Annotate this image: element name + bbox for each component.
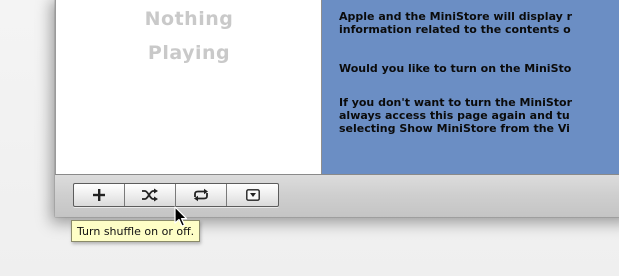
now-playing-line-1: Nothing bbox=[144, 8, 234, 30]
ministore-paragraph-1: Apple and the MiniStore will display r i… bbox=[339, 10, 573, 36]
ministore-paragraph-3: If you don't want to turn the MiniStor a… bbox=[339, 96, 572, 135]
toolbar-button-group bbox=[73, 183, 279, 207]
show-hide-artwork-button[interactable] bbox=[227, 184, 278, 206]
ministore-paragraph-2: Would you like to turn on the MiniSto bbox=[339, 62, 572, 75]
plus-icon bbox=[93, 189, 105, 201]
mouse-pointer-icon bbox=[174, 206, 188, 227]
repeat-button[interactable] bbox=[176, 184, 227, 206]
now-playing-line-2: Playing bbox=[147, 42, 231, 64]
now-playing-panel: Nothing Playing bbox=[55, 0, 322, 174]
bottom-toolbar bbox=[55, 174, 619, 217]
ministore-panel: Apple and the MiniStore will display r i… bbox=[322, 0, 619, 174]
show-hide-icon bbox=[245, 189, 260, 201]
shuffle-button[interactable] bbox=[125, 184, 176, 206]
shuffle-icon bbox=[142, 188, 158, 202]
itunes-window: Nothing Playing Apple and the MiniStore … bbox=[55, 0, 619, 217]
repeat-icon bbox=[194, 188, 208, 202]
add-playlist-button[interactable] bbox=[74, 184, 125, 206]
